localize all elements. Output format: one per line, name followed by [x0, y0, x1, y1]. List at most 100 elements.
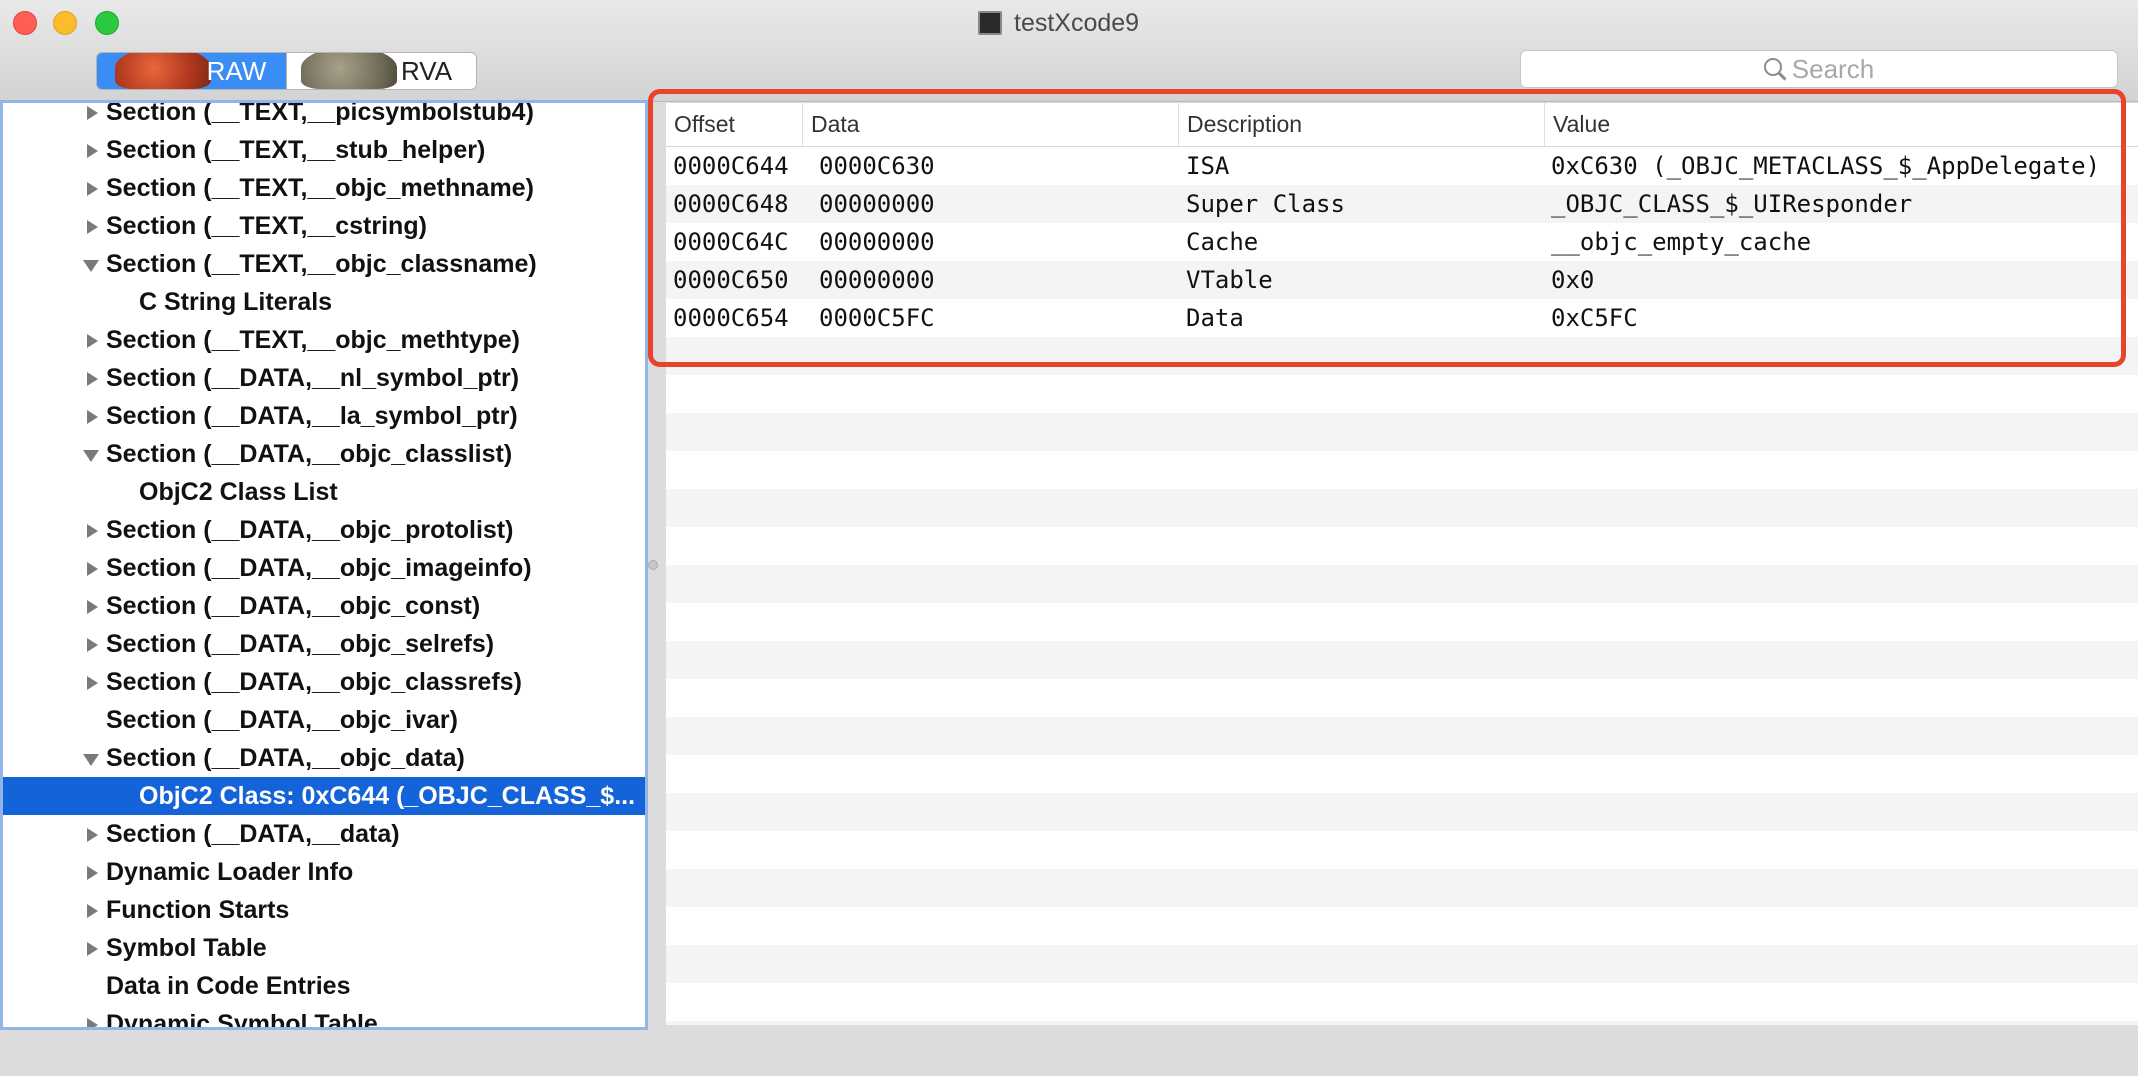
tree-item-label: Section (__TEXT,__stub_helper)	[106, 136, 486, 164]
raw-mode-button[interactable]: RAW	[97, 53, 286, 89]
disclosure-triangle-closed-icon[interactable]	[87, 942, 98, 956]
minimize-window-button[interactable]	[53, 11, 77, 35]
column-header-offset[interactable]: Offset	[666, 103, 802, 146]
tree-item[interactable]: Dynamic Loader Info	[3, 853, 645, 891]
tree-item[interactable]: Section (__DATA,__objc_protolist)	[3, 511, 645, 549]
disclosure-triangle-closed-icon[interactable]	[87, 220, 98, 234]
data-cell: 0000C5FC	[819, 304, 935, 332]
section-tree[interactable]: Section (__TEXT,__picsymbolstub4) Section…	[0, 100, 648, 1030]
row-stripe	[666, 489, 2138, 527]
tree-item[interactable]: Section (__DATA,__objc_ivar)	[3, 701, 645, 739]
tree-item[interactable]: Section (__DATA,__objc_const)	[3, 587, 645, 625]
table-row[interactable]: 0000C64C 00000000 Cache __objc_empty_cache	[666, 223, 2138, 261]
column-header-data[interactable]: Data	[802, 103, 1070, 146]
tree-item[interactable]: Section (__TEXT,__stub_helper)	[3, 131, 645, 169]
title-bar: testXcode9 RAW RVA Search	[0, 0, 2138, 102]
tree-item-label: Data in Code Entries	[106, 972, 351, 1000]
tree-item[interactable]: ObjC2 Class List	[3, 473, 645, 511]
disclosure-triangle-open-icon[interactable]	[83, 754, 99, 766]
value-cell: 0x0	[1551, 266, 1595, 294]
row-stripe	[666, 641, 2138, 679]
table-header: Offset Data Description Value	[666, 103, 2138, 147]
table-row[interactable]: 0000C650 00000000 VTable 0x0	[666, 261, 2138, 299]
tree-item[interactable]: Data in Code Entries	[3, 967, 645, 1005]
tree-item[interactable]: Section (__TEXT,__objc_classname)	[3, 245, 645, 283]
offset-cell: 0000C64C	[673, 228, 789, 256]
tree-item[interactable]: Section (__DATA,__nl_symbol_ptr)	[3, 359, 645, 397]
tree-item-label: Section (__TEXT,__objc_classname)	[106, 250, 537, 278]
disclosure-triangle-closed-icon[interactable]	[87, 106, 98, 120]
window-title-text: testXcode9	[1014, 8, 1140, 37]
tree-item[interactable]: Dynamic Symbol Table	[3, 1005, 645, 1030]
disclosure-triangle-closed-icon[interactable]	[87, 562, 98, 576]
disclosure-triangle-closed-icon[interactable]	[87, 676, 98, 690]
tree-item-label: Section (__TEXT,__cstring)	[106, 212, 427, 240]
disclosure-triangle-closed-icon[interactable]	[87, 1018, 98, 1027]
tree-item-label: Section (__DATA,__objc_selrefs)	[106, 630, 495, 658]
offset-cell: 0000C650	[673, 266, 789, 294]
table-row[interactable]: 0000C644 0000C630 ISA 0xC630 (_OBJC_METACLA…	[666, 147, 2138, 185]
disclosure-triangle-closed-icon[interactable]	[87, 600, 98, 614]
tree-item[interactable]: Section (__DATA,__data)	[3, 815, 645, 853]
close-window-button[interactable]	[13, 11, 37, 35]
tree-item[interactable]: Section (__TEXT,__objc_methname)	[3, 169, 645, 207]
tree-item-label: C String Literals	[139, 288, 333, 316]
disclosure-triangle-closed-icon[interactable]	[87, 524, 98, 538]
disclosure-triangle-closed-icon[interactable]	[87, 372, 98, 386]
disclosure-triangle-open-icon[interactable]	[83, 260, 99, 272]
tree-item[interactable]: Function Starts	[3, 891, 645, 929]
tree-item[interactable]: Section (__DATA,__objc_selrefs)	[3, 625, 645, 663]
disclosure-triangle-closed-icon[interactable]	[87, 866, 98, 880]
row-stripe	[666, 945, 2138, 983]
tree-item-label: Section (__DATA,__nl_symbol_ptr)	[106, 364, 520, 392]
disclosure-triangle-closed-icon[interactable]	[87, 904, 98, 918]
tree-item-label: Dynamic Symbol Table	[106, 1010, 378, 1030]
tree-item-label: Function Starts	[106, 896, 290, 924]
rva-mode-button[interactable]: RVA	[286, 53, 476, 89]
value-cell: _OBJC_CLASS_$_UIResponder	[1551, 190, 1913, 218]
column-header-value[interactable]: Value	[1544, 103, 2138, 146]
raw-mode-icon	[115, 53, 211, 89]
tree-item-label: ObjC2 Class: 0xC644 (_OBJC_CLASS_$...	[139, 782, 636, 810]
tree-item-label: Section (__TEXT,__objc_methname)	[106, 174, 534, 202]
disclosure-triangle-closed-icon[interactable]	[87, 182, 98, 196]
tree-item[interactable]: Section (__TEXT,__cstring)	[3, 207, 645, 245]
disclosure-triangle-closed-icon[interactable]	[87, 638, 98, 652]
bottom-bar	[0, 1030, 2138, 1076]
disclosure-triangle-open-icon[interactable]	[83, 450, 99, 462]
tree-item[interactable]: Section (__DATA,__objc_classrefs)	[3, 663, 645, 701]
offset-cell: 0000C644	[673, 152, 789, 180]
disclosure-triangle-closed-icon[interactable]	[87, 828, 98, 842]
description-cell: ISA	[1186, 152, 1230, 180]
tree-item[interactable]: Section (__DATA,__objc_data)	[3, 739, 645, 777]
value-cell: __objc_empty_cache	[1551, 228, 1812, 256]
data-cell: 0000C630	[819, 152, 935, 180]
tree-item-label: Section (__TEXT,__picsymbolstub4)	[106, 100, 534, 126]
tree-item[interactable]: Section (__DATA,__la_symbol_ptr)	[3, 397, 645, 435]
tree-item-label: Section (__DATA,__objc_classlist)	[106, 440, 513, 468]
tree-item[interactable]: Section (__TEXT,__picsymbolstub4)	[3, 100, 645, 131]
description-cell: Data	[1186, 304, 1244, 332]
disclosure-triangle-closed-icon[interactable]	[87, 144, 98, 158]
tree-item[interactable]: ObjC2 Class: 0xC644 (_OBJC_CLASS_$...	[3, 777, 645, 815]
split-view-divider-handle[interactable]	[648, 560, 658, 570]
search-input[interactable]: Search	[1520, 50, 2118, 88]
row-stripe	[666, 413, 2138, 451]
description-cell: Cache	[1186, 228, 1259, 256]
data-cell: 00000000	[819, 190, 935, 218]
tree-item[interactable]: Symbol Table	[3, 929, 645, 967]
disclosure-triangle-closed-icon[interactable]	[87, 410, 98, 424]
disclosure-triangle-closed-icon[interactable]	[87, 334, 98, 348]
table-row[interactable]: 0000C648 00000000 Super Class _OBJC_CLASS_$…	[666, 185, 2138, 223]
table-row[interactable]: 0000C654 0000C5FC Data 0xC5FC	[666, 299, 2138, 337]
row-stripe	[666, 1021, 2138, 1025]
tree-item-label: Section (__DATA,__objc_imageinfo)	[106, 554, 532, 582]
detail-table[interactable]: Offset Data Description Value 0000C644 00…	[666, 103, 2138, 1025]
tree-item[interactable]: Section (__TEXT,__objc_methtype)	[3, 321, 645, 359]
zoom-window-button[interactable]	[95, 11, 119, 35]
tree-item[interactable]: Section (__DATA,__objc_classlist)	[3, 435, 645, 473]
column-header-description[interactable]: Description	[1178, 103, 1544, 146]
tree-item[interactable]: C String Literals	[3, 283, 645, 321]
search-icon	[1763, 58, 1782, 76]
tree-item[interactable]: Section (__DATA,__objc_imageinfo)	[3, 549, 645, 587]
